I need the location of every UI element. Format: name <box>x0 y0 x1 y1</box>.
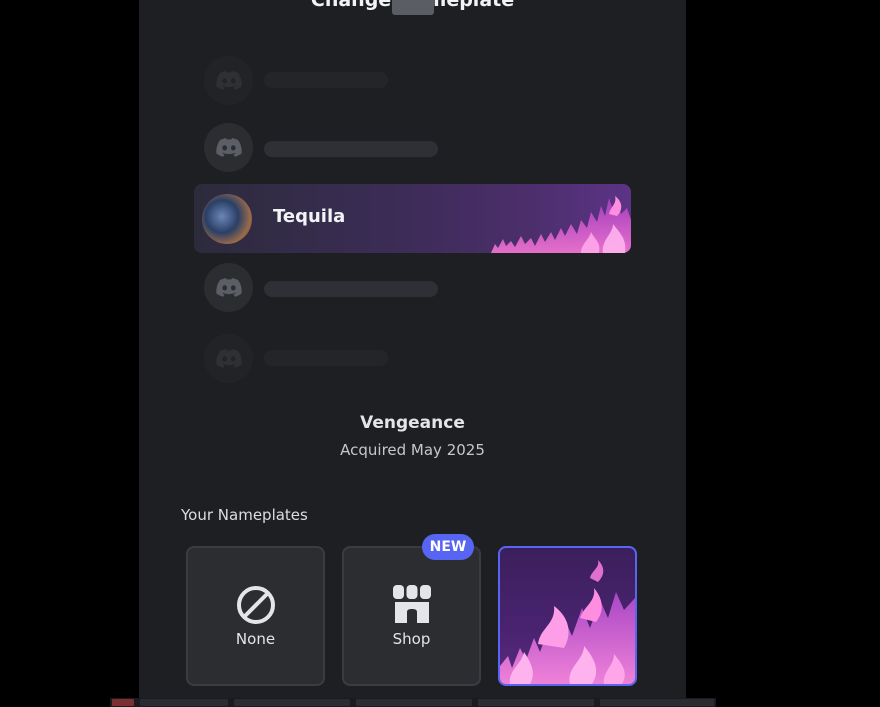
nameplate-option-none[interactable]: None <box>186 546 325 686</box>
your-nameplates-heading: Your Nameplates <box>181 506 308 524</box>
placeholder-name-bar <box>264 141 438 157</box>
preview-username: Tequila <box>273 206 346 227</box>
preview-placeholder-row <box>194 48 631 118</box>
discord-logo-icon <box>204 123 253 172</box>
nameplate-preview: Tequila <box>194 48 631 384</box>
discord-logo-icon <box>204 263 253 312</box>
nameplate-option-label: None <box>235 630 276 648</box>
nameplate-option-shop[interactable]: Shop <box>342 546 481 686</box>
nameplate-dialog: Change Nameplate Tequila Vengeance Acqui… <box>139 0 686 698</box>
taskbar-app[interactable] <box>356 699 472 706</box>
user-avatar <box>202 194 252 244</box>
taskbar-app[interactable] <box>112 699 134 706</box>
title-overlay-chip <box>392 0 434 15</box>
taskbar-app[interactable] <box>478 699 594 706</box>
placeholder-name-bar <box>264 72 388 88</box>
acquired-date: Acquired May 2025 <box>340 441 485 459</box>
taskbar-app[interactable] <box>600 699 714 706</box>
preview-placeholder-row <box>194 326 631 396</box>
nameplate-preview-row: Tequila <box>194 184 631 253</box>
discord-logo-icon <box>204 334 253 383</box>
nameplate-option-label: Shop <box>392 630 431 648</box>
taskbar-app[interactable] <box>140 699 228 706</box>
new-badge: NEW <box>422 534 474 560</box>
placeholder-name-bar <box>264 350 388 366</box>
taskbar <box>110 698 716 707</box>
placeholder-name-bar <box>264 281 438 297</box>
nameplate-option-vengeance[interactable] <box>498 546 637 686</box>
flames-icon <box>500 560 635 684</box>
preview-placeholder-row <box>194 114 631 184</box>
selected-nameplate-name: Vengeance <box>360 413 465 433</box>
taskbar-app[interactable] <box>234 699 350 706</box>
flames-decoration <box>491 196 631 253</box>
shop-icon <box>392 585 431 623</box>
discord-logo-icon <box>204 56 253 105</box>
no-symbol-icon <box>236 586 275 624</box>
preview-placeholder-row <box>194 254 631 324</box>
